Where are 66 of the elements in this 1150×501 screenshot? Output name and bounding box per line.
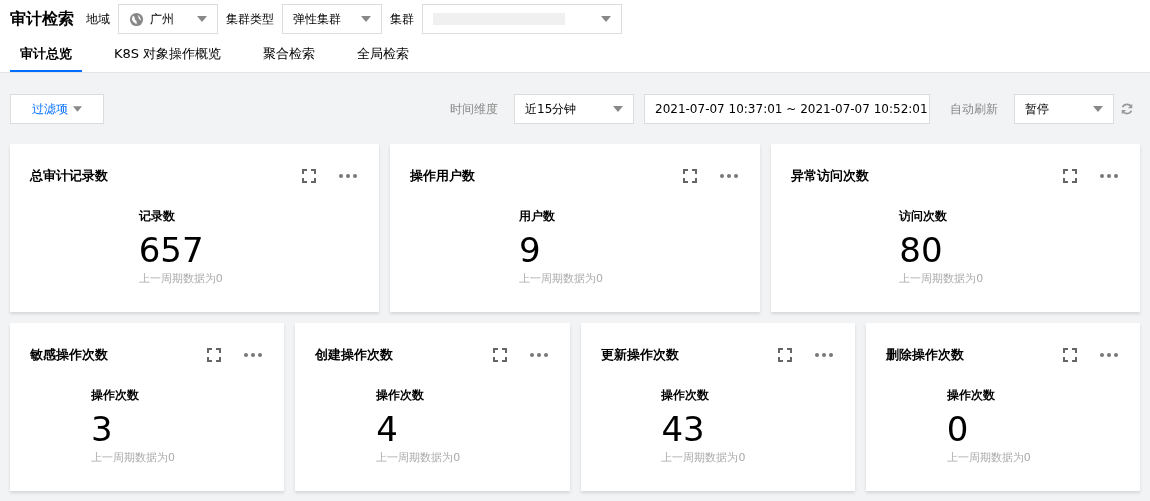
card-title: 敏感操作次数 (30, 346, 109, 364)
caret-icon (601, 16, 611, 22)
filter-label: 集群类型 (226, 10, 274, 28)
metric-value: 80 (899, 229, 943, 271)
caret-icon (73, 106, 82, 112)
caret-icon (197, 16, 207, 22)
filter-label: 地域 (86, 10, 110, 28)
fullscreen-icon[interactable] (302, 169, 317, 183)
more-icon[interactable] (1100, 174, 1118, 178)
refresh-select[interactable]: 暂停 (1014, 94, 1114, 124)
page-title: 审计检索 (10, 8, 74, 30)
fullscreen-icon[interactable] (1063, 169, 1077, 183)
filter-label: 集群 (390, 10, 414, 28)
more-icon[interactable] (719, 174, 738, 178)
metric-value: 9 (519, 229, 541, 271)
card-title: 创建操作次数 (315, 346, 395, 364)
fullscreen-icon[interactable] (777, 348, 792, 362)
caret-icon (361, 16, 371, 22)
tab[interactable]: 全局检索 (347, 38, 420, 72)
more-icon[interactable] (339, 174, 358, 178)
fullscreen-icon[interactable] (492, 348, 507, 362)
comparison-note: 上一周期数据为0 (661, 450, 746, 465)
card-title: 异常访问次数 (790, 167, 870, 185)
more-icon[interactable] (1100, 353, 1118, 357)
card-title: 更新操作次数 (600, 346, 680, 364)
metric-value: 43 (661, 408, 705, 450)
comparison-note: 上一周期数据为0 (519, 271, 603, 286)
comparison-note: 上一周期数据为0 (90, 450, 175, 465)
card-title: 操作用户数 (410, 167, 477, 185)
metric-label: 操作次数 (661, 387, 710, 404)
fullscreen-icon[interactable] (682, 169, 697, 183)
tab[interactable]: K8S 对象操作概览 (104, 38, 232, 72)
metric-label: 操作次数 (946, 387, 995, 404)
refresh-icon[interactable] (1120, 102, 1134, 116)
more-icon[interactable] (244, 353, 263, 357)
filter-button[interactable]: 过滤项 (10, 94, 104, 124)
card-title: 总审计记录数 (30, 167, 109, 185)
refresh-label: 自动刷新 (950, 100, 998, 118)
more-icon[interactable] (814, 353, 833, 357)
comparison-note: 上一周期数据为0 (899, 271, 984, 286)
globe-icon (129, 11, 144, 27)
card-title: 删除操作次数 (885, 346, 965, 364)
comparison-note: 上一周期数据为0 (946, 450, 1031, 465)
metric-label: 用户数 (519, 208, 555, 225)
metric-label: 操作次数 (376, 387, 425, 404)
metric-label: 记录数 (138, 208, 175, 225)
more-icon[interactable] (529, 353, 548, 357)
tab[interactable]: 审计总览 (10, 38, 82, 72)
filter-select[interactable]: 广州 (118, 4, 218, 34)
fullscreen-icon[interactable] (207, 348, 222, 362)
time-label: 时间维度 (450, 100, 498, 118)
caret-icon (613, 106, 623, 112)
caret-icon (1093, 106, 1103, 112)
filter-select[interactable]: 弹性集群 (282, 4, 382, 34)
comparison-note: 上一周期数据为0 (376, 450, 461, 465)
metric-label: 访问次数 (899, 208, 948, 225)
metric-value: 657 (138, 229, 204, 271)
metric-value: 0 (946, 408, 969, 450)
tab[interactable]: 聚合检索 (253, 38, 326, 72)
time-range-select[interactable]: 近15分钟 (514, 94, 634, 124)
metric-value: 4 (376, 408, 398, 450)
metric-value: 3 (90, 408, 113, 450)
comparison-note: 上一周期数据为0 (138, 271, 223, 286)
fullscreen-icon[interactable] (1063, 348, 1077, 362)
metric-label: 操作次数 (90, 387, 139, 404)
date-range-field[interactable]: 2021-07-07 10:37:01 ~ 2021-07-07 10:52:01 (644, 94, 930, 124)
